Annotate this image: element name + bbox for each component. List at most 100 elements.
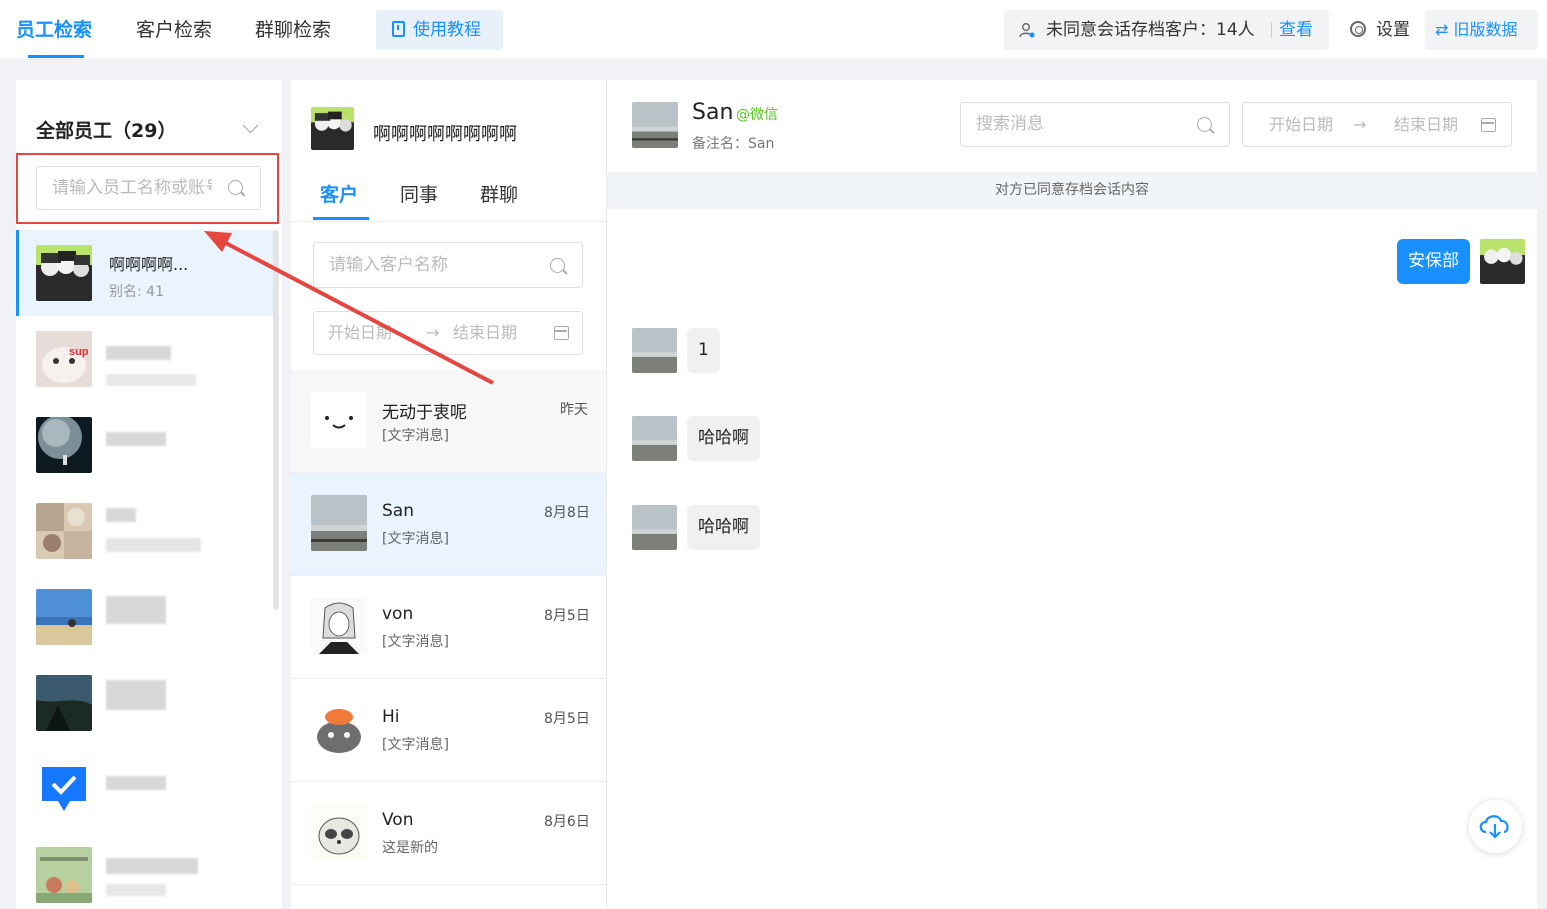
blurred-name xyxy=(106,680,166,710)
conversation-date: 8月6日 xyxy=(544,814,590,830)
conversation-preview: [文字消息] xyxy=(382,428,449,444)
tab-employee-search[interactable]: 员工检索 xyxy=(16,0,92,60)
avatar xyxy=(311,495,367,551)
tab-customers[interactable]: 客户 xyxy=(320,180,358,207)
book-icon xyxy=(392,21,405,37)
end-date-placeholder: 结束日期 xyxy=(1394,115,1459,134)
message-date-range-picker[interactable]: 开始日期 → 结束日期 xyxy=(1242,102,1512,147)
employee-alias: 别名: 41 xyxy=(109,284,164,300)
employee-item[interactable] xyxy=(16,832,274,909)
blurred-name xyxy=(106,776,166,790)
top-nav-bar: 员工检索 客户检索 群聊检索 使用教程 未同意会话存档客户：14人 查看 设置 … xyxy=(0,0,1547,60)
search-icon xyxy=(1197,117,1212,132)
employee-name: 啊啊啊啊... xyxy=(109,255,189,274)
blurred-name xyxy=(106,858,198,874)
avatar xyxy=(36,589,92,645)
customer-search-input[interactable]: 请输入客户名称 xyxy=(313,242,583,288)
conversation-date: 昨天 xyxy=(560,402,588,418)
blurred-name xyxy=(106,508,136,522)
employee-item[interactable] xyxy=(16,746,274,832)
employee-avatar xyxy=(1480,239,1525,284)
employee-search-placeholder: 请输入员工名称或账号 xyxy=(52,178,222,198)
employee-item[interactable] xyxy=(16,402,274,488)
avatar xyxy=(311,804,367,860)
end-date-placeholder: 结束日期 xyxy=(453,323,518,342)
download-button[interactable] xyxy=(1469,800,1522,853)
contact-avatar xyxy=(632,328,677,373)
employee-item[interactable] xyxy=(16,660,274,746)
cloud-download-icon xyxy=(1479,815,1509,839)
divider xyxy=(1271,22,1272,38)
svg-text:sup: sup xyxy=(69,346,89,358)
message-bubble-incoming: 哈哈啊 xyxy=(687,416,760,461)
contact-avatar xyxy=(632,416,677,461)
contact-name: San xyxy=(692,100,734,125)
conversation-name: Hi xyxy=(382,707,400,727)
blurred-name xyxy=(106,596,166,624)
conversation-date: 8月8日 xyxy=(544,505,590,521)
contact-source-badge: @微信 xyxy=(736,107,778,123)
avatar xyxy=(36,417,92,473)
conversation-list: 无动于衷呢 [文字消息] 昨天 San [文字消息] 8月8日 von [文字消… xyxy=(291,370,606,885)
chat-panel: San @微信 备注名：San 搜索消息 开始日期 → 结束日期 对方已同意存档… xyxy=(607,80,1537,909)
conversation-date: 8月5日 xyxy=(544,711,590,727)
avatar xyxy=(36,675,92,731)
gear-icon xyxy=(1350,21,1366,37)
employee-item[interactable] xyxy=(16,488,274,574)
search-icon xyxy=(550,258,565,273)
conversation-name: 无动于衷呢 xyxy=(382,403,467,423)
conversation-preview: [文字消息] xyxy=(382,737,449,753)
selected-employee-name: 啊啊啊啊啊啊啊啊 xyxy=(373,124,517,145)
old-data-button[interactable]: ⇄ 旧版数据 xyxy=(1425,10,1538,50)
start-date-placeholder: 开始日期 xyxy=(1269,115,1334,134)
conversation-preview: [文字消息] xyxy=(382,634,449,650)
conversation-item[interactable]: Von 这是新的 8月6日 xyxy=(291,782,606,885)
consent-notice: 对方已同意存档会话内容 xyxy=(607,172,1537,209)
employee-item[interactable]: 啊啊啊啊... 别名: 41 xyxy=(16,230,274,316)
avatar xyxy=(36,761,92,817)
employee-item[interactable] xyxy=(16,574,274,660)
employee-list-scrollbar[interactable] xyxy=(273,230,279,610)
contact-remark: 备注名：San xyxy=(692,136,775,152)
conversation-item[interactable]: Hi [文字消息] 8月5日 xyxy=(291,679,606,782)
avatar xyxy=(311,701,367,757)
conversation-preview: 这是新的 xyxy=(382,840,438,856)
blurred-alias xyxy=(106,884,166,896)
tab-colleagues[interactable]: 同事 xyxy=(400,180,438,207)
customer-panel: 啊啊啊啊啊啊啊啊 客户 同事 群聊 请输入客户名称 开始日期 → 结束日期 无动… xyxy=(291,80,607,909)
employee-item[interactable]: sup xyxy=(16,316,274,402)
contact-avatar xyxy=(632,505,677,550)
conversation-item[interactable]: San [文字消息] 8月8日 xyxy=(291,473,606,576)
conversation-name: von xyxy=(382,604,414,624)
tutorial-button[interactable]: 使用教程 xyxy=(376,10,503,50)
avatar xyxy=(36,503,92,559)
tab-group-chat-search[interactable]: 群聊检索 xyxy=(255,0,331,60)
customer-date-range-picker[interactable]: 开始日期 → 结束日期 xyxy=(313,311,583,355)
conversation-name: San xyxy=(382,501,414,521)
chevron-down-icon[interactable] xyxy=(242,117,259,134)
conversation-name: Von xyxy=(382,810,414,830)
message-bubble-incoming: 1 xyxy=(687,328,720,373)
settings-label: 设置 xyxy=(1376,20,1410,40)
conversation-preview: [文字消息] xyxy=(382,531,449,547)
avatar xyxy=(311,598,367,654)
conversation-item[interactable]: 无动于衷呢 [文字消息] 昨天 xyxy=(291,370,606,473)
tutorial-label: 使用教程 xyxy=(413,20,481,40)
conversation-item[interactable]: von [文字消息] 8月5日 xyxy=(291,576,606,679)
tab-group-chats[interactable]: 群聊 xyxy=(480,180,518,207)
view-link[interactable]: 查看 xyxy=(1279,10,1313,50)
conversation-date: 8月5日 xyxy=(544,608,590,624)
employee-list: 啊啊啊啊... 别名: 41 sup xyxy=(16,230,274,909)
avatar xyxy=(36,847,92,903)
employee-search-input[interactable]: 请输入员工名称或账号 xyxy=(36,166,261,210)
avatar: sup xyxy=(36,331,92,387)
user-shield-icon xyxy=(1019,23,1035,38)
tab-customer-search[interactable]: 客户检索 xyxy=(136,0,212,60)
avatar xyxy=(311,392,367,448)
customer-search-placeholder: 请输入客户名称 xyxy=(329,255,448,275)
calendar-icon xyxy=(554,326,569,340)
settings-button[interactable]: 设置 xyxy=(1350,10,1410,50)
employee-list-title: 全部员工（29） xyxy=(36,120,177,142)
unconsented-count-text: 未同意会话存档客户：14人 xyxy=(1046,20,1255,40)
message-search-input[interactable]: 搜索消息 xyxy=(960,102,1230,147)
